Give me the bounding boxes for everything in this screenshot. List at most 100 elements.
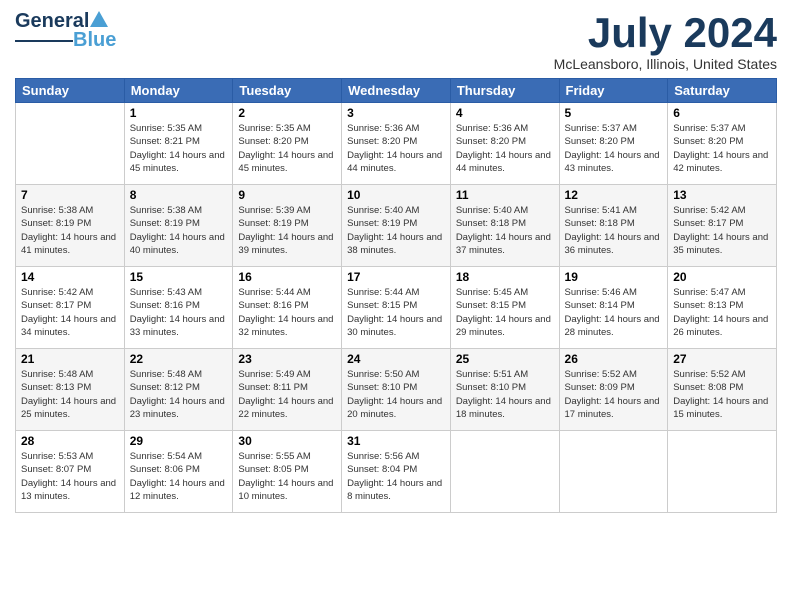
- day-number: 21: [21, 352, 119, 366]
- header: General Blue July 2024 McLeansboro, Illi…: [15, 10, 777, 72]
- calendar-table: SundayMondayTuesdayWednesdayThursdayFrid…: [15, 78, 777, 513]
- day-info: Sunrise: 5:45 AMSunset: 8:15 PMDaylight:…: [456, 286, 554, 339]
- weekday-header-row: SundayMondayTuesdayWednesdayThursdayFrid…: [16, 79, 777, 103]
- weekday-header-tuesday: Tuesday: [233, 79, 342, 103]
- calendar-week-row: 14Sunrise: 5:42 AMSunset: 8:17 PMDayligh…: [16, 267, 777, 349]
- calendar-cell: 2Sunrise: 5:35 AMSunset: 8:20 PMDaylight…: [233, 103, 342, 185]
- page-container: General Blue July 2024 McLeansboro, Illi…: [0, 0, 792, 612]
- calendar-cell: 8 Sunrise: 5:38 AMSunset: 8:19 PMDaylight…: [124, 185, 233, 267]
- calendar-week-row: 21 Sunrise: 5:48 AMSunset: 8:13 PMDayligh…: [16, 349, 777, 431]
- day-number: 10: [347, 188, 445, 202]
- day-info: Sunrise: 5:47 AMSunset: 8:13 PMDaylight:…: [673, 286, 771, 339]
- weekday-header-sunday: Sunday: [16, 79, 125, 103]
- calendar-cell: 14Sunrise: 5:42 AMSunset: 8:17 PMDayligh…: [16, 267, 125, 349]
- day-info: Sunrise: 5:56 AMSunset: 8:04 PMDaylight:…: [347, 450, 445, 503]
- day-info: Sunrise: 5:44 AMSunset: 8:16 PMDaylight:…: [238, 286, 336, 339]
- day-number: 8: [130, 188, 228, 202]
- calendar-cell: 7 Sunrise: 5:38 AMSunset: 8:19 PMDaylight…: [16, 185, 125, 267]
- calendar-cell: 18 Sunrise: 5:45 AMSunset: 8:15 PMDayligh…: [450, 267, 559, 349]
- calendar-cell: 12 Sunrise: 5:41 AMSunset: 8:18 PMDayligh…: [559, 185, 668, 267]
- day-number: 25: [456, 352, 554, 366]
- day-number: 12: [565, 188, 663, 202]
- calendar-week-row: 1 Sunrise: 5:35 AMSunset: 8:21 PMDaylight…: [16, 103, 777, 185]
- day-number: 23: [238, 352, 336, 366]
- calendar-cell: [668, 431, 777, 513]
- day-number: 28: [21, 434, 119, 448]
- logo: General Blue: [15, 10, 116, 52]
- weekday-header-thursday: Thursday: [450, 79, 559, 103]
- day-info: Sunrise: 5:38 AMSunset: 8:19 PMDaylight:…: [21, 204, 119, 257]
- day-number: 1: [130, 106, 228, 120]
- day-info: Sunrise: 5:36 AMSunset: 8:20 PMDaylight:…: [456, 122, 554, 175]
- day-info: Sunrise: 5:38 AMSunset: 8:19 PMDaylight:…: [130, 204, 228, 257]
- day-number: 22: [130, 352, 228, 366]
- day-info: Sunrise: 5:39 AMSunset: 8:19 PMDaylight:…: [238, 204, 336, 257]
- calendar-cell: [16, 103, 125, 185]
- day-info: Sunrise: 5:44 AMSunset: 8:15 PMDaylight:…: [347, 286, 445, 339]
- calendar-cell: 30Sunrise: 5:55 AMSunset: 8:05 PMDayligh…: [233, 431, 342, 513]
- calendar-cell: 5 Sunrise: 5:37 AMSunset: 8:20 PMDaylight…: [559, 103, 668, 185]
- day-info: Sunrise: 5:37 AMSunset: 8:20 PMDaylight:…: [565, 122, 663, 175]
- day-number: 5: [565, 106, 663, 120]
- day-number: 4: [456, 106, 554, 120]
- day-number: 7: [21, 188, 119, 202]
- day-number: 14: [21, 270, 119, 284]
- calendar-cell: 29Sunrise: 5:54 AMSunset: 8:06 PMDayligh…: [124, 431, 233, 513]
- day-info: Sunrise: 5:46 AMSunset: 8:14 PMDaylight:…: [565, 286, 663, 339]
- calendar-cell: 26 Sunrise: 5:52 AMSunset: 8:09 PMDayligh…: [559, 349, 668, 431]
- calendar-week-row: 7 Sunrise: 5:38 AMSunset: 8:19 PMDaylight…: [16, 185, 777, 267]
- calendar-cell: 25 Sunrise: 5:51 AMSunset: 8:10 PMDayligh…: [450, 349, 559, 431]
- day-info: Sunrise: 5:40 AMSunset: 8:18 PMDaylight:…: [456, 204, 554, 257]
- day-number: 18: [456, 270, 554, 284]
- logo-blue: Blue: [73, 29, 116, 52]
- day-number: 20: [673, 270, 771, 284]
- calendar-cell: 9Sunrise: 5:39 AMSunset: 8:19 PMDaylight…: [233, 185, 342, 267]
- title-block: July 2024 McLeansboro, Illinois, United …: [554, 10, 777, 72]
- calendar-cell: 1 Sunrise: 5:35 AMSunset: 8:21 PMDaylight…: [124, 103, 233, 185]
- calendar-cell: [450, 431, 559, 513]
- calendar-cell: 6 Sunrise: 5:37 AMSunset: 8:20 PMDaylight…: [668, 103, 777, 185]
- calendar-cell: 21 Sunrise: 5:48 AMSunset: 8:13 PMDayligh…: [16, 349, 125, 431]
- calendar-cell: 13Sunrise: 5:42 AMSunset: 8:17 PMDayligh…: [668, 185, 777, 267]
- calendar-cell: 3 Sunrise: 5:36 AMSunset: 8:20 PMDaylight…: [342, 103, 451, 185]
- day-number: 11: [456, 188, 554, 202]
- day-info: Sunrise: 5:55 AMSunset: 8:05 PMDaylight:…: [238, 450, 336, 503]
- weekday-header-saturday: Saturday: [668, 79, 777, 103]
- calendar-cell: 4 Sunrise: 5:36 AMSunset: 8:20 PMDaylight…: [450, 103, 559, 185]
- day-number: 27: [673, 352, 771, 366]
- calendar-cell: 22Sunrise: 5:48 AMSunset: 8:12 PMDayligh…: [124, 349, 233, 431]
- calendar-cell: [559, 431, 668, 513]
- day-info: Sunrise: 5:51 AMSunset: 8:10 PMDaylight:…: [456, 368, 554, 421]
- day-info: Sunrise: 5:49 AMSunset: 8:11 PMDaylight:…: [238, 368, 336, 421]
- calendar-cell: 11 Sunrise: 5:40 AMSunset: 8:18 PMDayligh…: [450, 185, 559, 267]
- day-info: Sunrise: 5:36 AMSunset: 8:20 PMDaylight:…: [347, 122, 445, 175]
- day-number: 26: [565, 352, 663, 366]
- day-number: 6: [673, 106, 771, 120]
- day-info: Sunrise: 5:35 AMSunset: 8:20 PMDaylight:…: [238, 122, 336, 175]
- day-number: 16: [238, 270, 336, 284]
- day-info: Sunrise: 5:37 AMSunset: 8:20 PMDaylight:…: [673, 122, 771, 175]
- day-info: Sunrise: 5:41 AMSunset: 8:18 PMDaylight:…: [565, 204, 663, 257]
- logo-arrow-icon: [90, 11, 108, 27]
- calendar-cell: 27 Sunrise: 5:52 AMSunset: 8:08 PMDayligh…: [668, 349, 777, 431]
- calendar-cell: 17 Sunrise: 5:44 AMSunset: 8:15 PMDayligh…: [342, 267, 451, 349]
- day-info: Sunrise: 5:40 AMSunset: 8:19 PMDaylight:…: [347, 204, 445, 257]
- calendar-cell: 19 Sunrise: 5:46 AMSunset: 8:14 PMDayligh…: [559, 267, 668, 349]
- day-number: 3: [347, 106, 445, 120]
- day-info: Sunrise: 5:43 AMSunset: 8:16 PMDaylight:…: [130, 286, 228, 339]
- day-info: Sunrise: 5:53 AMSunset: 8:07 PMDaylight:…: [21, 450, 119, 503]
- weekday-header-wednesday: Wednesday: [342, 79, 451, 103]
- day-number: 19: [565, 270, 663, 284]
- location: McLeansboro, Illinois, United States: [554, 56, 777, 72]
- calendar-cell: 16 Sunrise: 5:44 AMSunset: 8:16 PMDayligh…: [233, 267, 342, 349]
- day-info: Sunrise: 5:48 AMSunset: 8:13 PMDaylight:…: [21, 368, 119, 421]
- calendar-cell: 23 Sunrise: 5:49 AMSunset: 8:11 PMDayligh…: [233, 349, 342, 431]
- day-number: 17: [347, 270, 445, 284]
- day-info: Sunrise: 5:42 AMSunset: 8:17 PMDaylight:…: [673, 204, 771, 257]
- month-title: July 2024: [554, 10, 777, 56]
- day-info: Sunrise: 5:52 AMSunset: 8:08 PMDaylight:…: [673, 368, 771, 421]
- day-info: Sunrise: 5:52 AMSunset: 8:09 PMDaylight:…: [565, 368, 663, 421]
- day-number: 29: [130, 434, 228, 448]
- day-info: Sunrise: 5:35 AMSunset: 8:21 PMDaylight:…: [130, 122, 228, 175]
- day-number: 24: [347, 352, 445, 366]
